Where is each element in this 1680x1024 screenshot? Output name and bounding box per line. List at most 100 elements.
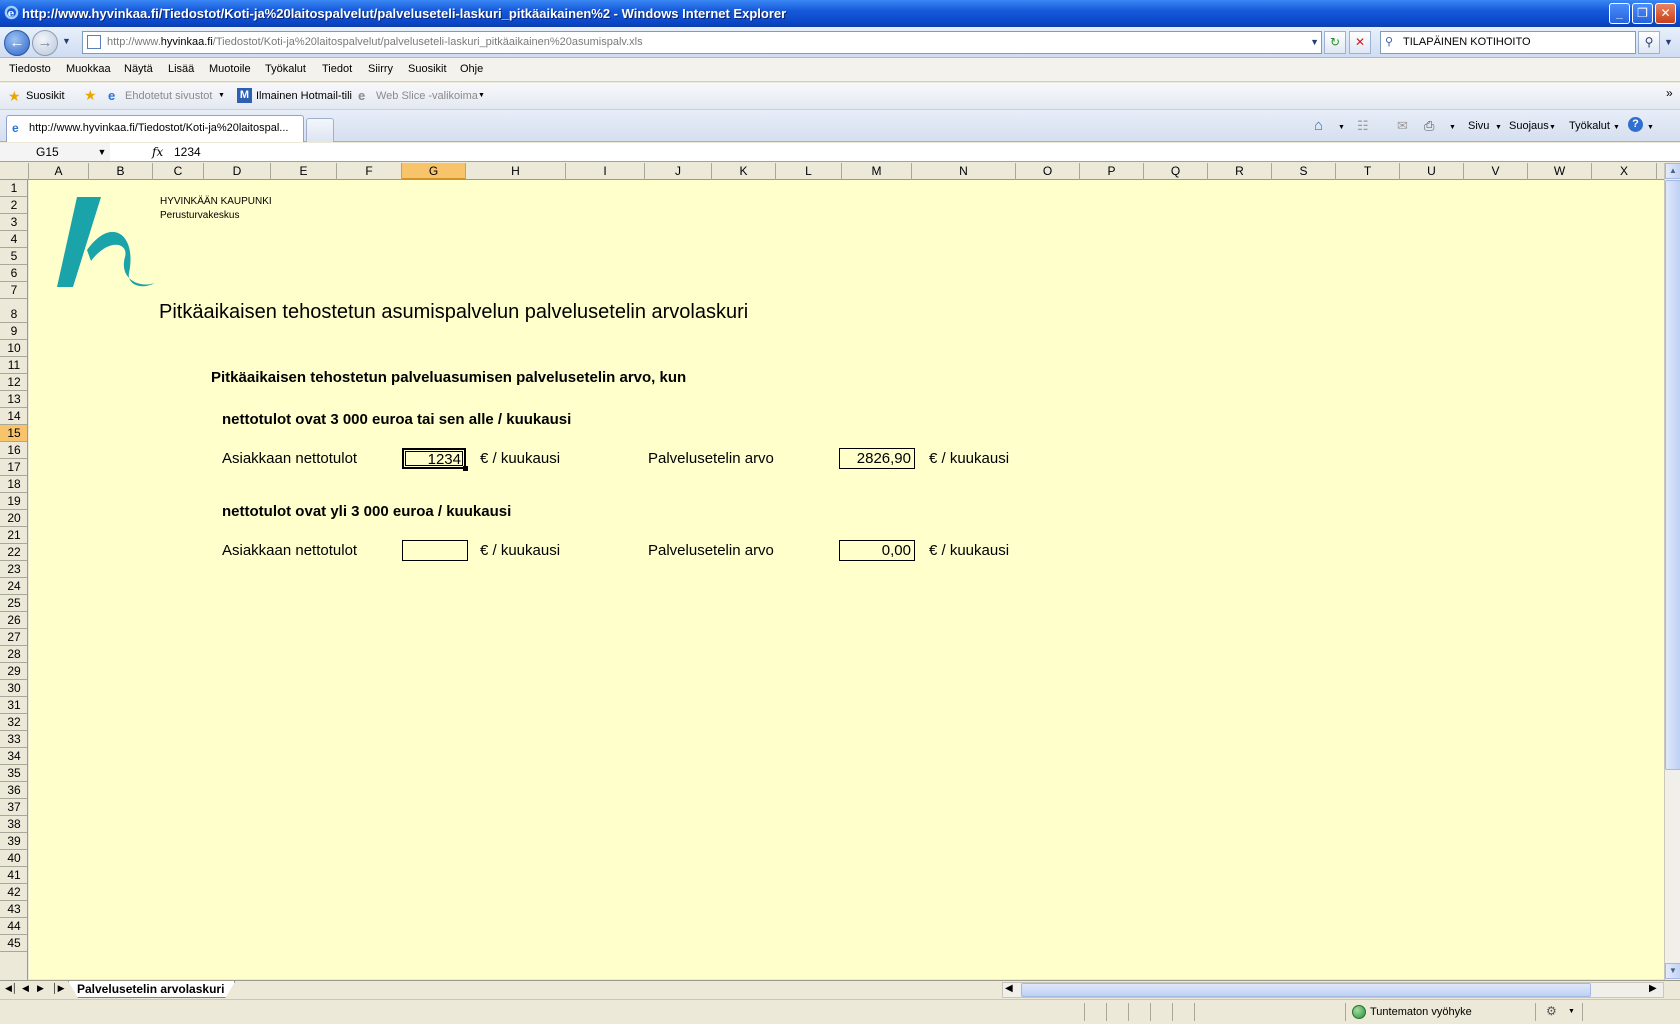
help-dropdown-icon[interactable]: ▼ xyxy=(1647,124,1654,131)
close-button[interactable]: ✕ xyxy=(1655,3,1676,24)
name-box-dropdown-icon[interactable]: ▼ xyxy=(93,144,111,160)
column-header-selected[interactable]: G xyxy=(402,163,466,180)
row-header[interactable]: 22 xyxy=(0,544,27,561)
column-header[interactable]: B xyxy=(89,163,153,180)
s2-income-input[interactable] xyxy=(402,540,468,561)
row-header[interactable]: 37 xyxy=(0,799,27,816)
row-header[interactable]: 12 xyxy=(0,374,27,391)
column-header[interactable]: L xyxy=(776,163,842,180)
mail-icon[interactable]: ✉ xyxy=(1397,118,1408,134)
row-header[interactable]: 1 xyxy=(0,180,27,197)
vertical-scroll-thumb[interactable] xyxy=(1665,180,1680,770)
row-header[interactable]: 43 xyxy=(0,901,27,918)
scroll-left-button[interactable]: ◀ xyxy=(1005,983,1013,994)
row-header[interactable]: 21 xyxy=(0,527,27,544)
first-sheet-icon[interactable]: ◀│ xyxy=(5,983,18,994)
address-dropdown-icon[interactable]: ▼ xyxy=(1310,32,1319,53)
column-header[interactable]: T xyxy=(1336,163,1400,180)
row-header[interactable]: 4 xyxy=(0,231,27,248)
row-header[interactable]: 34 xyxy=(0,748,27,765)
feeds-icon[interactable]: ☷ xyxy=(1357,118,1369,134)
row-header[interactable]: 7 xyxy=(0,282,27,299)
scroll-right-button[interactable]: ▶ xyxy=(1649,983,1657,994)
row-header[interactable]: 28 xyxy=(0,646,27,663)
column-header[interactable]: K xyxy=(712,163,776,180)
row-header[interactable]: 2 xyxy=(0,197,27,214)
zone-dropdown-icon[interactable]: ▼ xyxy=(1568,1008,1575,1015)
row-header[interactable]: 36 xyxy=(0,782,27,799)
row-header[interactable]: 27 xyxy=(0,629,27,646)
menu-muotoile[interactable]: Muotoile xyxy=(209,63,251,75)
row-header[interactable]: 10 xyxy=(0,340,27,357)
row-header[interactable]: 30 xyxy=(0,680,27,697)
row-header[interactable]: 33 xyxy=(0,731,27,748)
column-header[interactable]: F xyxy=(337,163,402,180)
page-dropdown-icon[interactable]: ▼ xyxy=(1495,124,1502,131)
menu-muokkaa[interactable]: Muokkaa xyxy=(66,63,111,75)
column-header[interactable]: P xyxy=(1080,163,1144,180)
print-icon[interactable]: ⎙ xyxy=(1424,118,1434,134)
row-header[interactable]: 29 xyxy=(0,663,27,680)
hotmail-link[interactable]: Ilmainen Hotmail-tili xyxy=(256,90,352,102)
column-header[interactable]: W xyxy=(1528,163,1592,180)
scroll-down-button[interactable]: ▼ xyxy=(1665,963,1680,979)
column-header[interactable]: E xyxy=(271,163,337,180)
safety-menu[interactable]: Suojaus xyxy=(1509,120,1549,132)
row-header[interactable]: 16 xyxy=(0,442,27,459)
window-title-bar[interactable]: e http://www.hyvinkaa.fi/Tiedostot/Koti-… xyxy=(0,0,1680,27)
web-slice-dropdown-icon[interactable]: ▼ xyxy=(478,92,485,99)
row-header-selected[interactable]: 15 xyxy=(0,425,27,442)
column-header[interactable]: A xyxy=(29,163,89,180)
row-header[interactable]: 39 xyxy=(0,833,27,850)
column-header[interactable]: O xyxy=(1016,163,1080,180)
insert-function-button[interactable]: fx xyxy=(152,143,163,161)
search-input[interactable]: ⚲ TILAPÄINEN KOTIHOITO xyxy=(1380,31,1636,54)
row-header[interactable]: 26 xyxy=(0,612,27,629)
new-tab-button[interactable] xyxy=(306,118,334,142)
history-dropdown-icon[interactable]: ▼ xyxy=(62,36,71,46)
column-header[interactable]: N xyxy=(912,163,1016,180)
column-header[interactable]: V xyxy=(1464,163,1528,180)
more-chevron-icon[interactable]: » xyxy=(1666,86,1673,100)
row-header[interactable]: 11 xyxy=(0,357,27,374)
menu-ohje[interactable]: Ohje xyxy=(460,63,483,75)
refresh-button[interactable]: ↻ xyxy=(1324,31,1346,54)
column-header[interactable]: R xyxy=(1208,163,1272,180)
column-header[interactable]: X xyxy=(1592,163,1657,180)
menu-tiedot[interactable]: Tiedot xyxy=(322,63,352,75)
row-header[interactable]: 25 xyxy=(0,595,27,612)
row-header[interactable]: 18 xyxy=(0,476,27,493)
address-input[interactable]: http://www.hyvinkaa.fi/Tiedostot/Koti-ja… xyxy=(82,31,1322,54)
row-header[interactable]: 31 xyxy=(0,697,27,714)
worksheet-area[interactable]: HYVINKÄÄN KAUPUNKI Perusturvakeskus Pitk… xyxy=(29,180,1664,979)
home-dropdown-icon[interactable]: ▼ xyxy=(1338,124,1345,131)
row-header[interactable]: 24 xyxy=(0,578,27,595)
suggested-sites-dropdown-icon[interactable]: ▼ xyxy=(218,92,225,99)
help-icon[interactable]: ? xyxy=(1628,117,1643,132)
scroll-up-button[interactable]: ▲ xyxy=(1665,163,1680,179)
row-header[interactable]: 13 xyxy=(0,391,27,408)
favorites-button[interactable]: Suosikit xyxy=(26,90,65,102)
select-all-corner[interactable] xyxy=(0,163,29,180)
column-header[interactable]: S xyxy=(1272,163,1336,180)
menu-lisaa[interactable]: Lisää xyxy=(168,63,194,75)
forward-button[interactable]: → xyxy=(32,30,58,56)
row-header[interactable]: 38 xyxy=(0,816,27,833)
stop-button[interactable]: ✕ xyxy=(1349,31,1371,54)
menu-tyokalut[interactable]: Työkalut xyxy=(265,63,306,75)
column-header[interactable]: D xyxy=(204,163,271,180)
fill-handle[interactable] xyxy=(463,466,468,471)
row-header[interactable]: 35 xyxy=(0,765,27,782)
column-header[interactable]: C xyxy=(153,163,204,180)
row-header[interactable]: 32 xyxy=(0,714,27,731)
row-header[interactable]: 44 xyxy=(0,918,27,935)
search-options-icon[interactable]: ▼ xyxy=(1664,37,1673,47)
menu-siirry[interactable]: Siirry xyxy=(368,63,393,75)
row-header[interactable]: 45 xyxy=(0,935,27,952)
horizontal-scroll-thumb[interactable] xyxy=(1021,983,1591,997)
row-header[interactable]: 3 xyxy=(0,214,27,231)
tools-menu[interactable]: Työkalut xyxy=(1569,120,1610,132)
column-header[interactable]: I xyxy=(566,163,645,180)
row-header[interactable]: 9 xyxy=(0,323,27,340)
row-header[interactable]: 40 xyxy=(0,850,27,867)
